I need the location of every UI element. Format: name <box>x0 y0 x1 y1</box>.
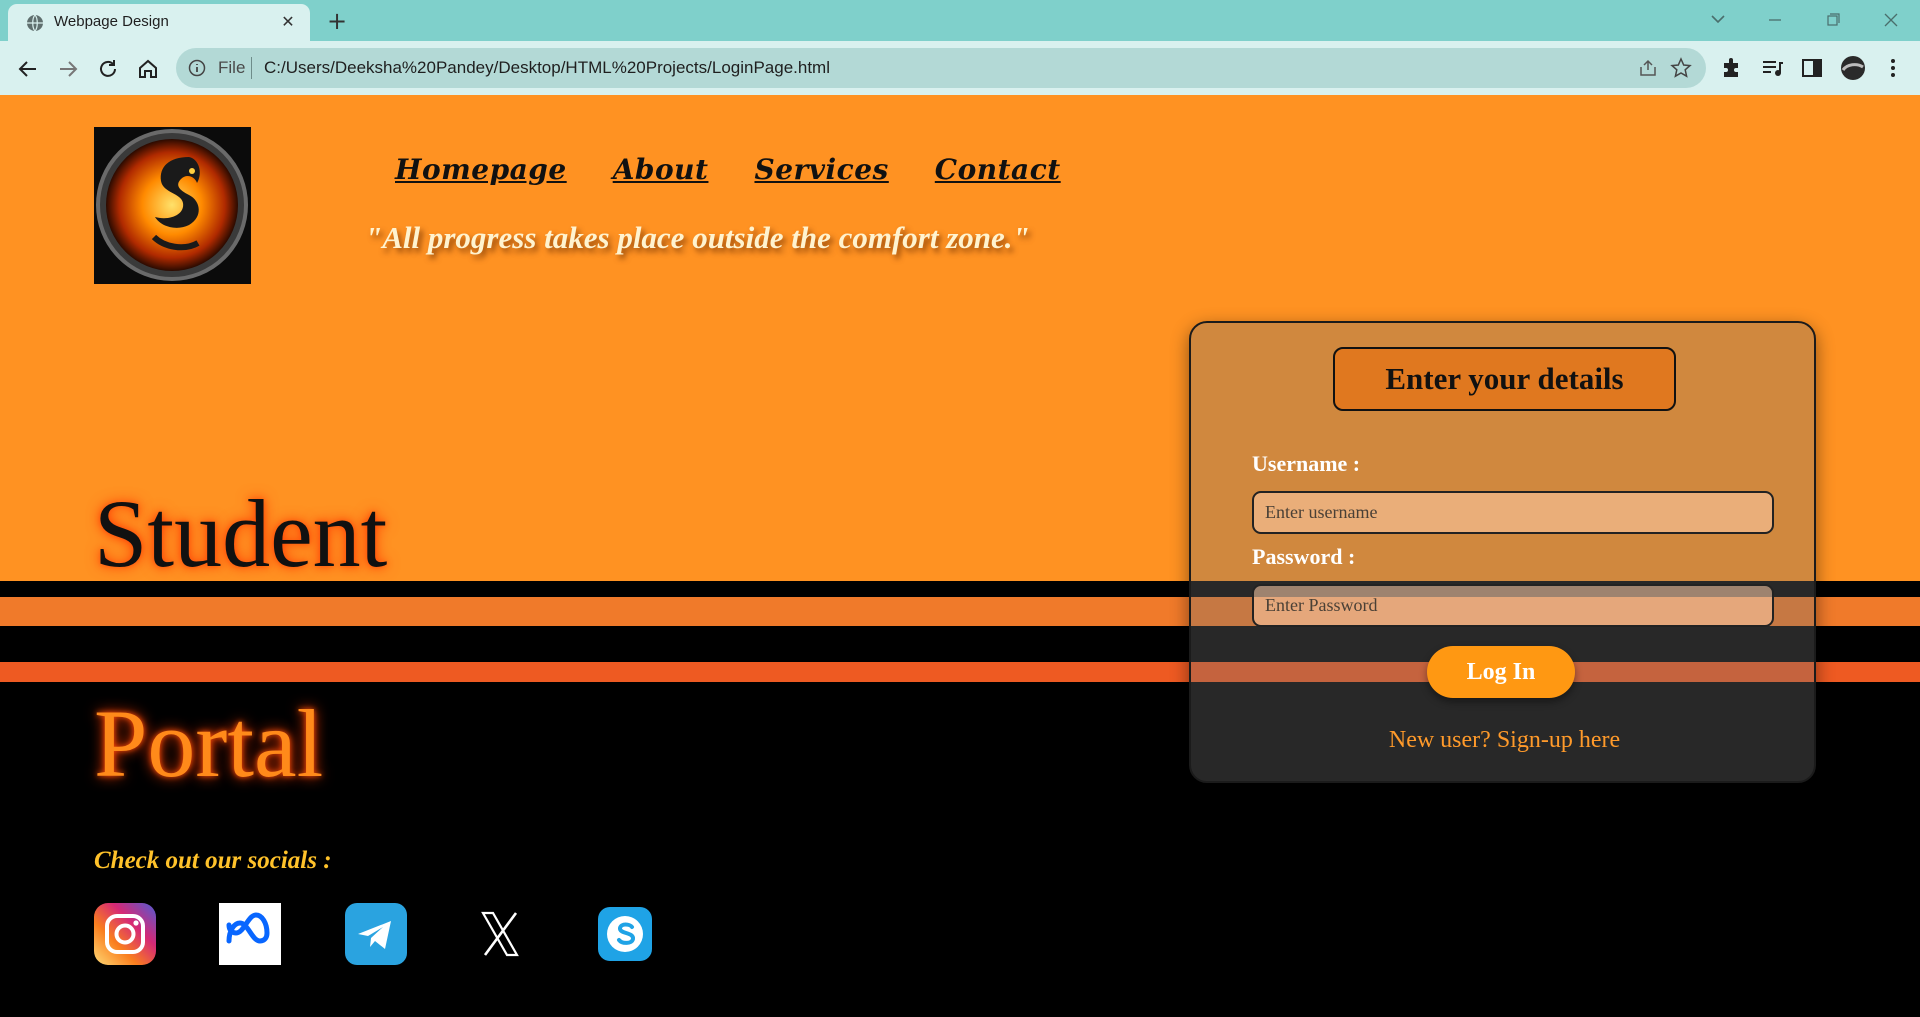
tab-search-icon[interactable] <box>1695 6 1741 34</box>
motto-quote: "All progress takes place outside the co… <box>365 220 1030 255</box>
home-icon[interactable] <box>134 55 162 83</box>
telegram-icon[interactable] <box>345 903 407 965</box>
nav-link-contact[interactable]: Contact <box>935 153 1061 186</box>
side-panel-icon[interactable] <box>1799 55 1825 81</box>
dragon-logo <box>94 127 251 284</box>
close-window-icon[interactable] <box>1868 6 1914 34</box>
dragon-emblem-icon <box>94 127 251 284</box>
tab-title: Webpage Design <box>54 13 169 30</box>
globe-icon <box>27 14 43 32</box>
login-card: Enter your details Username : Password :… <box>1189 321 1816 783</box>
browser-tab-strip: Webpage Design ✕ + <box>0 0 1920 41</box>
socials-heading: Check out our socials : <box>94 847 332 874</box>
login-button[interactable]: Log In <box>1427 646 1575 698</box>
back-icon[interactable] <box>14 55 42 83</box>
scheme-label: File <box>218 58 246 77</box>
nav-link-about[interactable]: About <box>613 153 709 186</box>
url-text[interactable]: C:/Users/Deeksha%20Pandey/Desktop/HTML%2… <box>264 58 830 78</box>
info-icon[interactable] <box>188 59 206 77</box>
share-icon[interactable] <box>1638 58 1658 78</box>
page-content: Homepage About Services Contact "All pro… <box>0 95 1920 1017</box>
login-card-heading: Enter your details <box>1333 347 1676 411</box>
signup-link[interactable]: New user? Sign-up here <box>1191 727 1818 754</box>
minimize-icon[interactable] <box>1752 6 1798 34</box>
browser-tab[interactable]: Webpage Design ✕ <box>8 4 310 41</box>
meta-icon[interactable] <box>219 903 281 965</box>
browser-toolbar: File C:/Users/Deeksha%20Pandey/Desktop/H… <box>0 41 1920 95</box>
nav-link-homepage[interactable]: Homepage <box>395 153 567 186</box>
extensions-icon[interactable] <box>1719 55 1745 81</box>
nav-link-services[interactable]: Services <box>754 153 888 186</box>
profile-avatar[interactable] <box>1840 55 1866 81</box>
address-separator <box>251 57 252 79</box>
username-label: Username : <box>1252 451 1361 476</box>
x-icon[interactable] <box>469 903 531 965</box>
main-nav: Homepage About Services Contact <box>395 153 1107 186</box>
instagram-icon[interactable] <box>94 903 156 965</box>
menu-icon[interactable] <box>1880 55 1906 81</box>
star-icon[interactable] <box>1670 57 1692 79</box>
hero-title-line-2: Portal <box>94 690 324 797</box>
media-queue-icon[interactable] <box>1759 55 1785 81</box>
tab-close-button[interactable]: ✕ <box>278 12 298 32</box>
skype-icon[interactable] <box>594 903 656 965</box>
username-input[interactable] <box>1252 491 1774 534</box>
new-tab-button[interactable]: + <box>324 8 350 34</box>
forward-icon[interactable] <box>54 55 82 83</box>
password-label: Password : <box>1252 544 1356 569</box>
hero-title-line-1: Student <box>94 480 388 587</box>
reload-icon[interactable] <box>94 55 122 83</box>
restore-icon[interactable] <box>1810 6 1856 34</box>
address-bar[interactable]: File C:/Users/Deeksha%20Pandey/Desktop/H… <box>176 48 1706 88</box>
password-input[interactable] <box>1252 584 1774 627</box>
